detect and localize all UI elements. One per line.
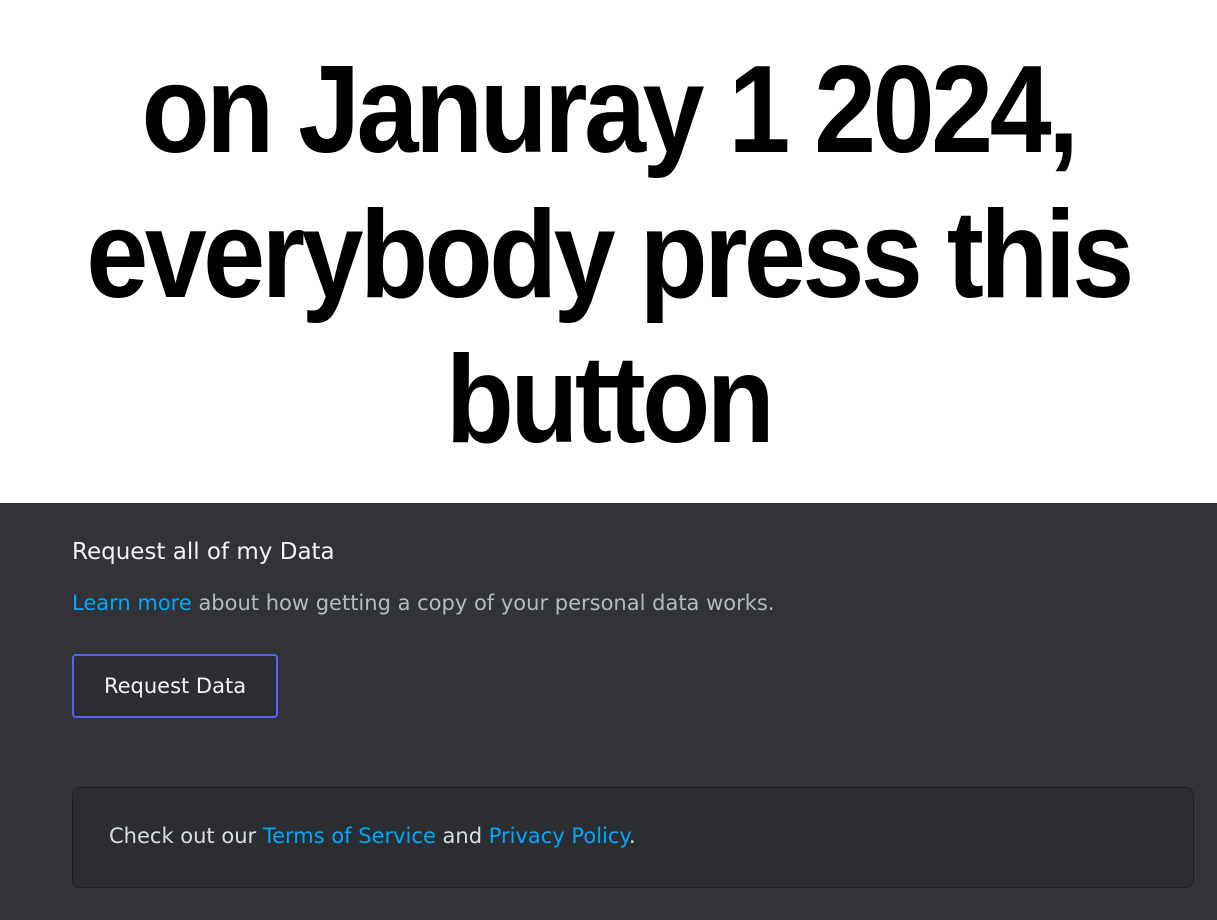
request-data-button[interactable]: Request Data: [72, 654, 278, 718]
learn-more-link[interactable]: Learn more: [72, 591, 192, 615]
settings-panel: Request all of my Data Learn more about …: [0, 503, 1217, 920]
terms-of-service-link[interactable]: Terms of Service: [263, 824, 436, 848]
notice-middle: and: [435, 824, 489, 848]
section-title: Request all of my Data: [72, 539, 335, 565]
request-data-button-label: Request Data: [103, 674, 247, 698]
meme-caption: on Januray 1 2024, everybody press this …: [0, 0, 1217, 503]
legal-notice-text: Check out our Terms of Service and Priva…: [109, 824, 636, 848]
caption-line-1: on Januray 1 2024,: [141, 41, 1080, 179]
privacy-policy-link[interactable]: Privacy Policy: [489, 824, 629, 848]
legal-notice-box: Check out our Terms of Service and Priva…: [72, 787, 1194, 888]
description-text: about how getting a copy of your persona…: [191, 591, 775, 615]
notice-suffix: .: [628, 824, 636, 848]
notice-prefix: Check out our: [109, 824, 263, 848]
caption-line-3: button: [445, 331, 775, 469]
caption-line-2: everybody press this: [86, 186, 1134, 324]
data-description: Learn more about how getting a copy of y…: [72, 591, 775, 615]
